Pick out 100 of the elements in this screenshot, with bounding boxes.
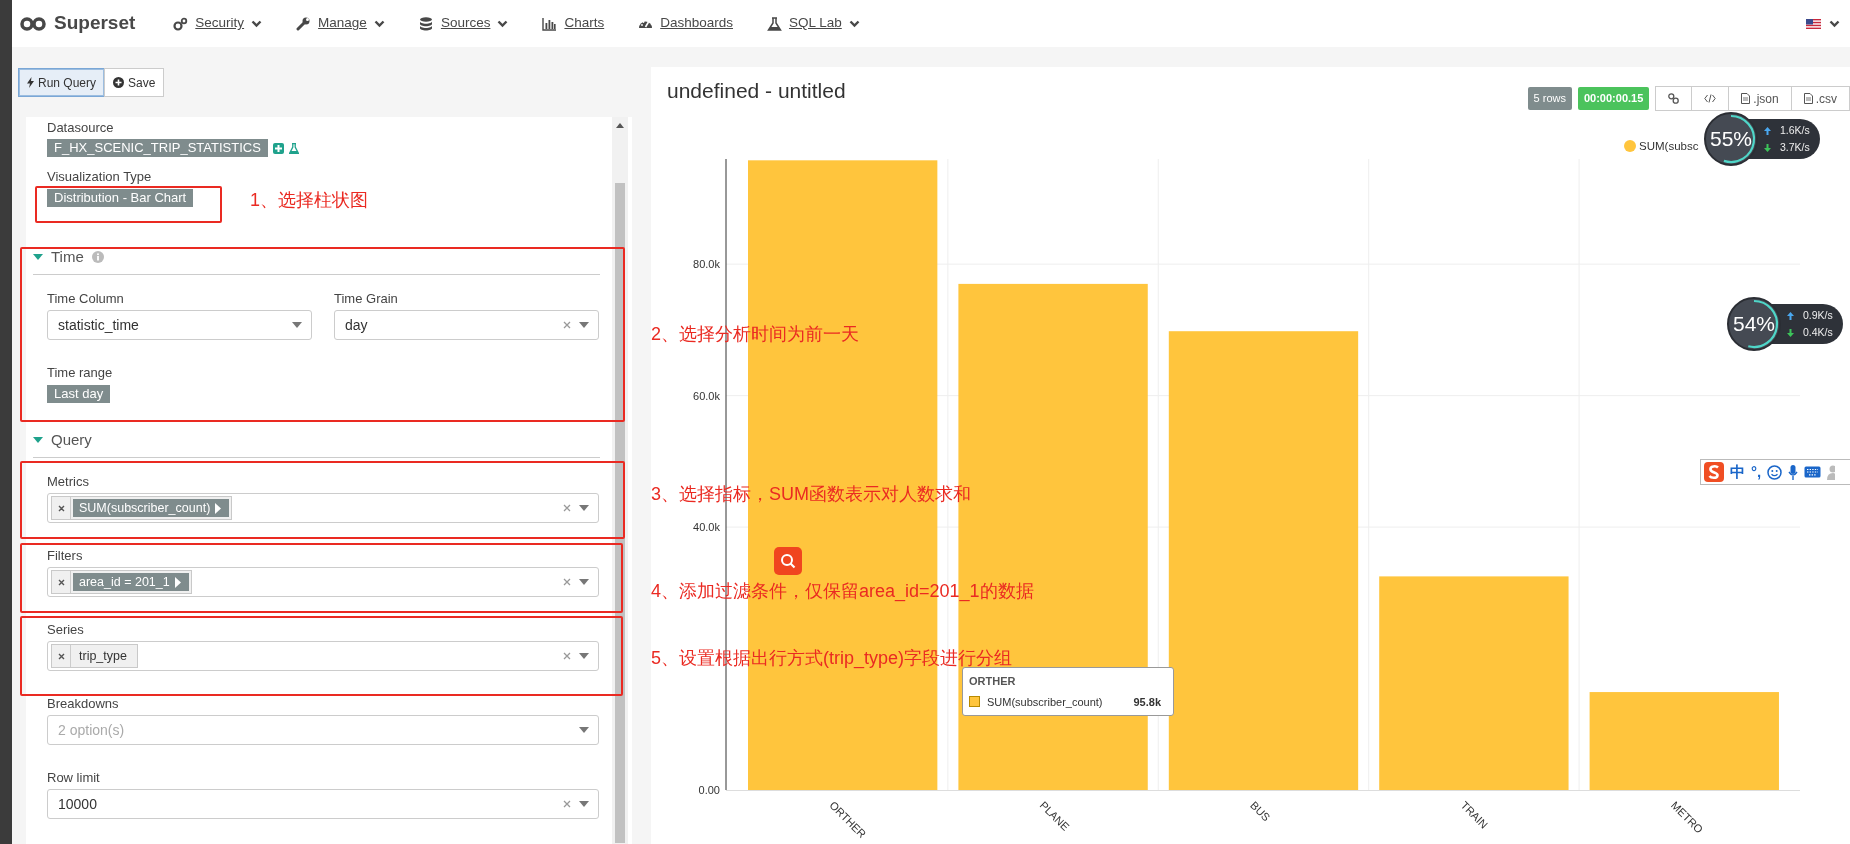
field-label: Time Column (47, 291, 125, 307)
run-query-button[interactable]: Run Query (18, 68, 106, 97)
caret-icon (579, 579, 589, 585)
scrollbar[interactable] (612, 117, 628, 844)
tooltip-value: 95.8k (1133, 694, 1161, 710)
field-label: Breakdowns (47, 696, 120, 712)
tooltip-title: ORTHER (969, 674, 1017, 689)
code-icon (1704, 94, 1717, 103)
caret-icon (579, 653, 589, 659)
select-field[interactable]: day (334, 310, 599, 340)
gauge-value: 55% (1710, 126, 1752, 153)
play-icon (215, 502, 222, 514)
caret-icon (579, 322, 589, 328)
caret-icon (33, 436, 43, 443)
arrow-up-icon (1764, 126, 1771, 135)
arrow-up-icon (1787, 311, 1794, 320)
row-count-label: 5 rows (1527, 87, 1572, 110)
annotation-text: 1、选择柱状图 (250, 189, 368, 211)
nav-menu-item[interactable]: Sources (404, 13, 523, 34)
caret-icon (579, 727, 589, 733)
embed-button[interactable] (1691, 86, 1730, 111)
field-label: Row limit (47, 770, 101, 786)
link-button[interactable] (1655, 86, 1693, 111)
field-label: Series (47, 622, 85, 638)
field-label: Filters (47, 548, 84, 564)
axis-label: 80.0k (693, 258, 720, 271)
select-field[interactable]: 10000 (47, 789, 599, 819)
section-header[interactable]: Query (33, 428, 600, 458)
query-time-label: 00:00:00.15 (1577, 87, 1650, 110)
database-icon (418, 16, 434, 31)
axis-label: 0.00 (698, 784, 720, 796)
tooltip-label: SUM(subscriber_count) (987, 694, 1103, 710)
bar-chart-icon (542, 16, 558, 31)
scrollbar-thumb[interactable] (615, 183, 625, 843)
gears-icon (173, 16, 189, 31)
download-speed: 0.4K/s (1803, 324, 1833, 340)
gauge-value: 54% (1733, 311, 1775, 338)
file-icon (1741, 93, 1751, 104)
search-button[interactable] (774, 547, 802, 575)
link-icon (1668, 93, 1680, 104)
user-icon (1827, 464, 1836, 480)
field-label: Time Grain (334, 291, 399, 307)
multi-select-field[interactable]: trip_type (47, 641, 599, 671)
field-label: Time range (47, 365, 114, 381)
chevron-down-icon (848, 19, 860, 28)
flask-icon (767, 16, 782, 31)
logo-icon (20, 16, 46, 31)
nav-menu-item[interactable]: Security (159, 13, 277, 34)
download-button[interactable]: .csv (1790, 86, 1850, 111)
scroll-up-icon (616, 123, 624, 128)
microphone-icon (1788, 464, 1799, 480)
upload-speed: 1.6K/s (1780, 122, 1810, 138)
ime-logo-icon (1704, 462, 1724, 482)
legend-label: SUM(subsc (1639, 140, 1699, 152)
axis-label: 60.0k (693, 389, 720, 402)
caret-icon (292, 322, 302, 328)
ime-mode-button[interactable]: 中 (1730, 463, 1745, 481)
remove-icon (57, 578, 65, 586)
nav-menu-item[interactable]: SQL Lab (753, 13, 874, 34)
caret-icon (33, 253, 43, 260)
wrench-icon (296, 16, 312, 31)
plus-square-icon (272, 142, 284, 154)
clear-icon (563, 504, 571, 512)
remove-icon (57, 504, 65, 512)
download-button[interactable]: .json (1728, 86, 1792, 111)
upload-speed: 0.9K/s (1803, 307, 1833, 323)
chart-title: undefined - untitled (667, 78, 846, 104)
chevron-down-icon (373, 19, 385, 28)
smiley-icon (1767, 464, 1783, 480)
field-label: Visualization Type (47, 169, 153, 185)
nav-menu-item[interactable]: Manage (282, 13, 399, 34)
keyboard-icon (1804, 466, 1822, 478)
caret-icon (579, 505, 589, 511)
bolt-icon (27, 77, 34, 88)
nav-menu-item[interactable]: Charts (528, 13, 619, 34)
clear-icon (563, 800, 571, 808)
save-button[interactable]: Save (104, 68, 165, 97)
flask-icon (288, 142, 299, 154)
clear-icon (563, 652, 571, 660)
value-tag[interactable]: trip_type (51, 644, 138, 668)
caret-icon (579, 801, 589, 807)
remove-icon (57, 652, 65, 660)
arrow-down-icon (1787, 328, 1794, 337)
axis-label: 40.0k (693, 521, 720, 534)
ime-mode-button[interactable]: °, (1751, 463, 1762, 481)
play-icon (174, 576, 181, 588)
nav-menu-item[interactable]: Dashboards (624, 13, 747, 34)
flag-icon (1806, 18, 1821, 29)
search-icon (780, 553, 796, 569)
brand-name[interactable]: Superset (54, 9, 136, 38)
clear-icon (563, 578, 571, 586)
section-header[interactable]: Time (33, 245, 600, 275)
download-speed: 3.7K/s (1780, 139, 1810, 155)
select-field[interactable]: statistic_time (47, 310, 312, 340)
chevron-down-icon (251, 19, 263, 28)
field-label: Metrics (47, 474, 90, 490)
arrow-down-icon (1764, 143, 1771, 152)
chevron-down-icon (497, 19, 509, 28)
chevron-down-icon (1829, 19, 1840, 28)
plus-circle-icon (113, 77, 125, 88)
